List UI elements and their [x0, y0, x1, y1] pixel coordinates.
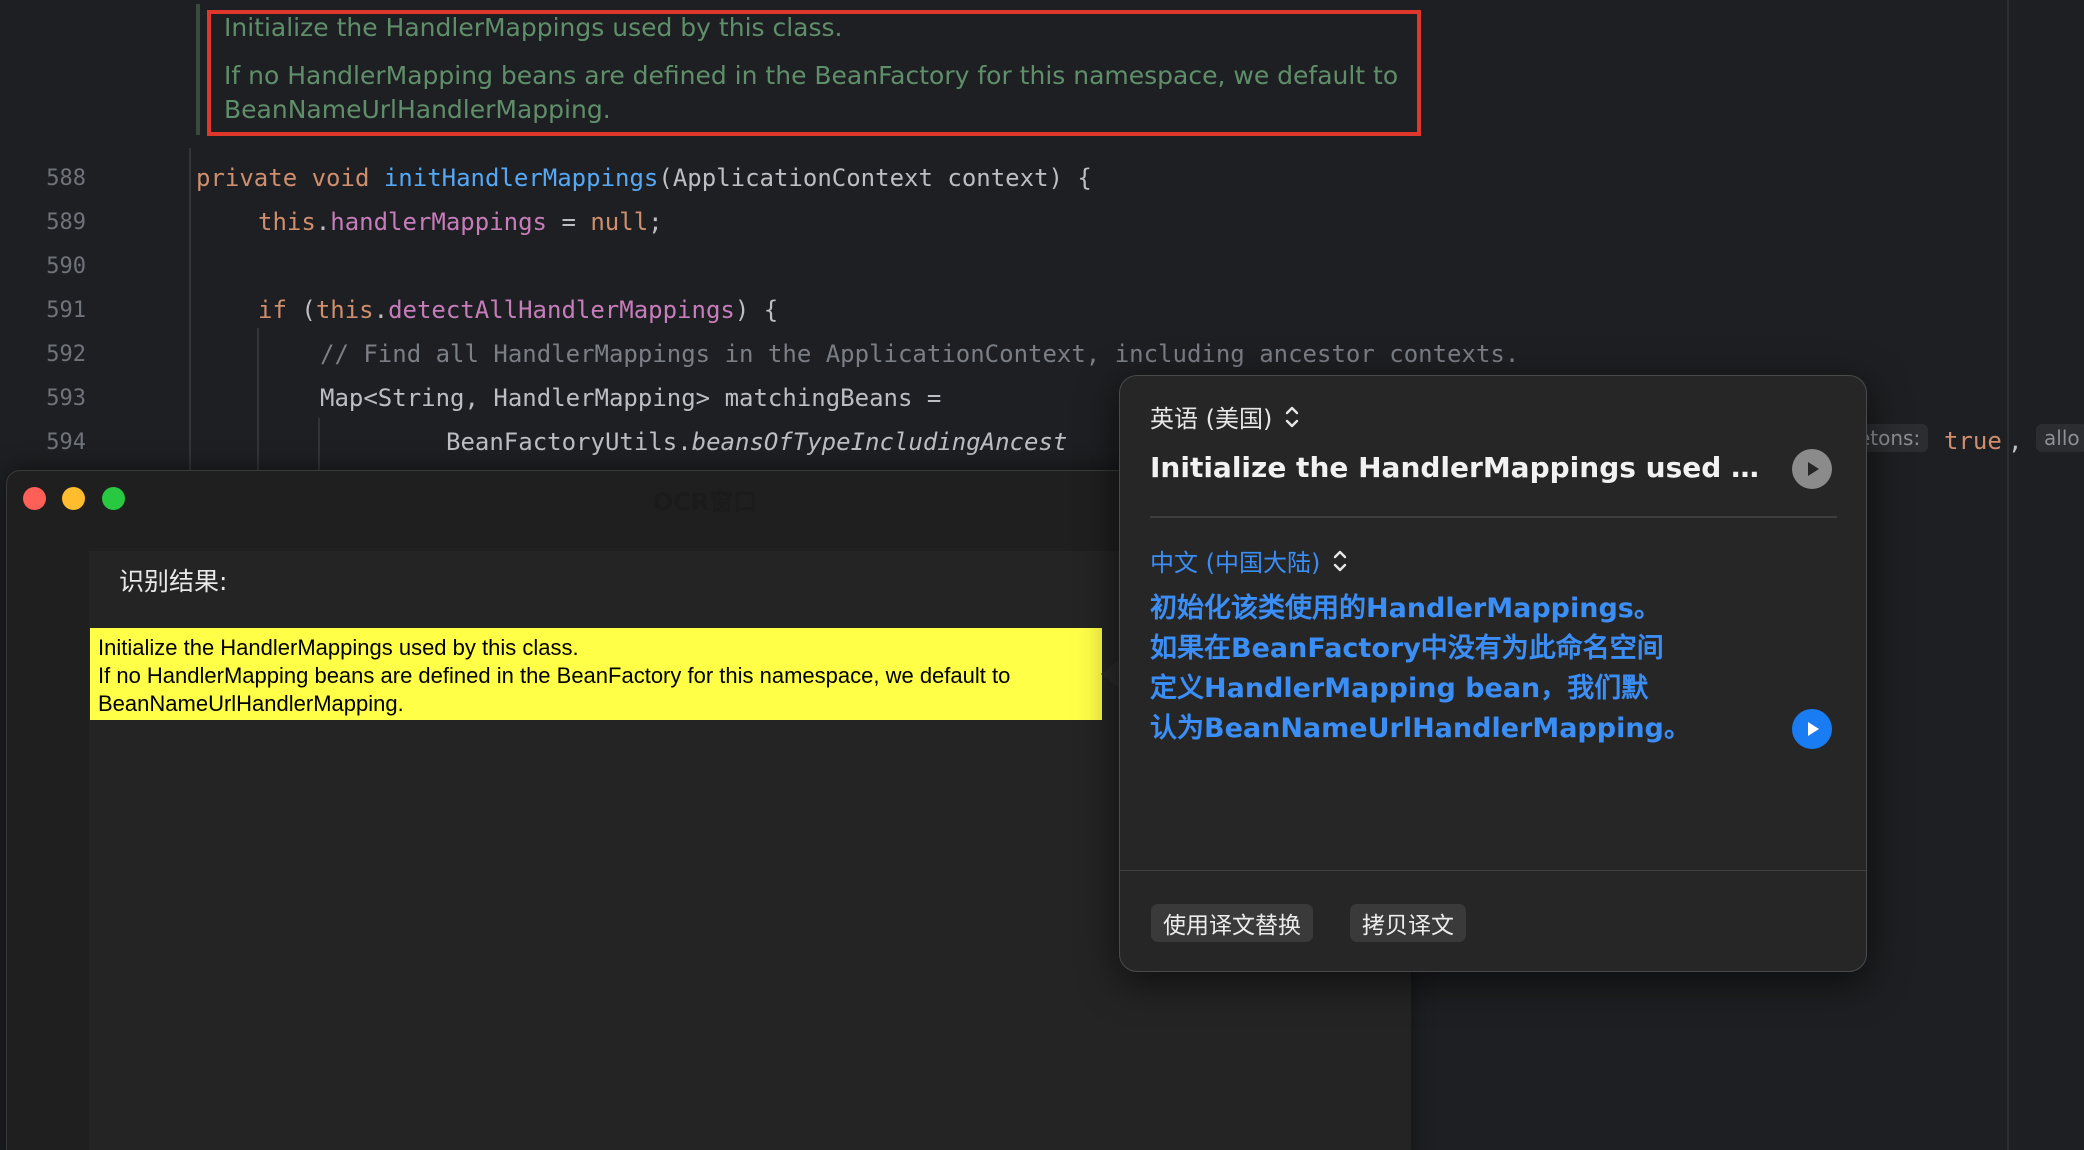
code-line-591: if (this.detectAllHandlerMappings) {: [258, 296, 778, 324]
keyword: this: [315, 296, 374, 324]
keyword-true: true: [1944, 427, 2002, 455]
updown-chevron-icon: [1332, 548, 1348, 574]
code-line-592-comment: // Find all HandlerMappings in the Appli…: [320, 340, 1520, 368]
line-number: 590: [46, 254, 86, 279]
translated-text[interactable]: 初始化该类使用的HandlerMappings。 如果在BeanFactory中…: [1150, 589, 1750, 749]
code-comma: ,: [2008, 427, 2023, 455]
selection-highlight-box: [207, 10, 1421, 136]
parameter-hint-allow: allo: [2036, 424, 2084, 452]
play-icon: [1808, 722, 1819, 736]
code-text: =: [547, 208, 591, 236]
field-name: detectAllHandlerMappings: [388, 296, 735, 324]
updown-chevron-icon: [1284, 404, 1300, 430]
ocr-result-line: If no HandlerMapping beans are defined i…: [98, 663, 1011, 688]
code-text: .: [373, 296, 389, 324]
code-text: .: [315, 208, 331, 236]
line-number: 589: [46, 210, 86, 235]
code-text: (ApplicationContext context) {: [658, 164, 1092, 192]
code-line-589: this.handlerMappings = null;: [258, 208, 663, 236]
code-line-593: Map<String, HandlerMapping> matchingBean…: [320, 384, 942, 412]
translated-line: 如果在BeanFactory中没有为此命名空间: [1150, 633, 1664, 664]
window-zoom-button[interactable]: [102, 487, 125, 510]
ocr-result-text[interactable]: Initialize the HandlerMappings used by t…: [90, 628, 1102, 720]
keyword: null: [590, 208, 649, 236]
play-icon: [1808, 462, 1819, 476]
play-translation-button[interactable]: [1792, 709, 1832, 749]
code-line-594: BeanFactoryUtils.beansOfTypeIncludingAnc…: [446, 428, 1067, 456]
code-text: ;: [648, 208, 663, 236]
popover-arrow: [1101, 660, 1119, 688]
play-source-button[interactable]: [1792, 449, 1832, 489]
translated-line: 初始化该类使用的HandlerMappings。: [1150, 593, 1661, 624]
source-language-selector[interactable]: 英语 (美国): [1150, 399, 1300, 434]
target-language-selector[interactable]: 中文 (中国大陆): [1150, 543, 1348, 578]
copy-translation-button[interactable]: 拷贝译文: [1350, 904, 1466, 942]
keyword: this: [258, 208, 316, 236]
indent-guide: [318, 418, 320, 478]
translated-line: 认为BeanNameUrlHandlerMapping。: [1150, 713, 1691, 744]
gutter-separator: [189, 148, 191, 478]
line-number: 592: [46, 342, 86, 367]
method-name: initHandlerMappings: [383, 164, 659, 192]
translated-line: 定义HandlerMapping bean，我们默: [1150, 673, 1649, 704]
popover-divider: [1150, 516, 1837, 518]
source-language-label: 英语 (美国): [1150, 405, 1273, 433]
target-language-label: 中文 (中国大陆): [1150, 549, 1321, 577]
ocr-result-label: 识别结果:: [119, 567, 228, 596]
window-title: OCR窗口: [652, 488, 758, 516]
right-margin-guide: [2007, 0, 2009, 1150]
line-number: 593: [46, 386, 86, 411]
keyword: if: [258, 296, 302, 324]
popover-footer-divider: [1120, 870, 1866, 871]
method-name: beansOfTypeIncludingAncest: [691, 428, 1068, 456]
replace-with-translation-button[interactable]: 使用译文替换: [1151, 904, 1313, 942]
window-minimize-button[interactable]: [62, 487, 85, 510]
code-text: ) {: [734, 296, 779, 324]
code-text: (: [301, 296, 316, 324]
code-line-588: private void initHandlerMappings(Applica…: [196, 164, 1092, 192]
indent-guide: [257, 328, 259, 478]
code-text: BeanFactoryUtils.: [446, 428, 692, 456]
screen: Initialize the HandlerMappings used by t…: [0, 0, 2084, 1150]
field-name: handlerMappings: [330, 208, 547, 236]
line-number: 591: [46, 298, 86, 323]
source-text: Initialize the HandlerMappings used by t…: [1150, 451, 1770, 484]
ocr-result-line: BeanNameUrlHandlerMapping.: [98, 691, 404, 716]
line-number: 594: [46, 430, 86, 455]
line-number: 588: [46, 166, 86, 191]
keyword: private void: [196, 164, 384, 192]
ocr-result-line: Initialize the HandlerMappings used by t…: [98, 635, 579, 660]
window-close-button[interactable]: [23, 487, 46, 510]
